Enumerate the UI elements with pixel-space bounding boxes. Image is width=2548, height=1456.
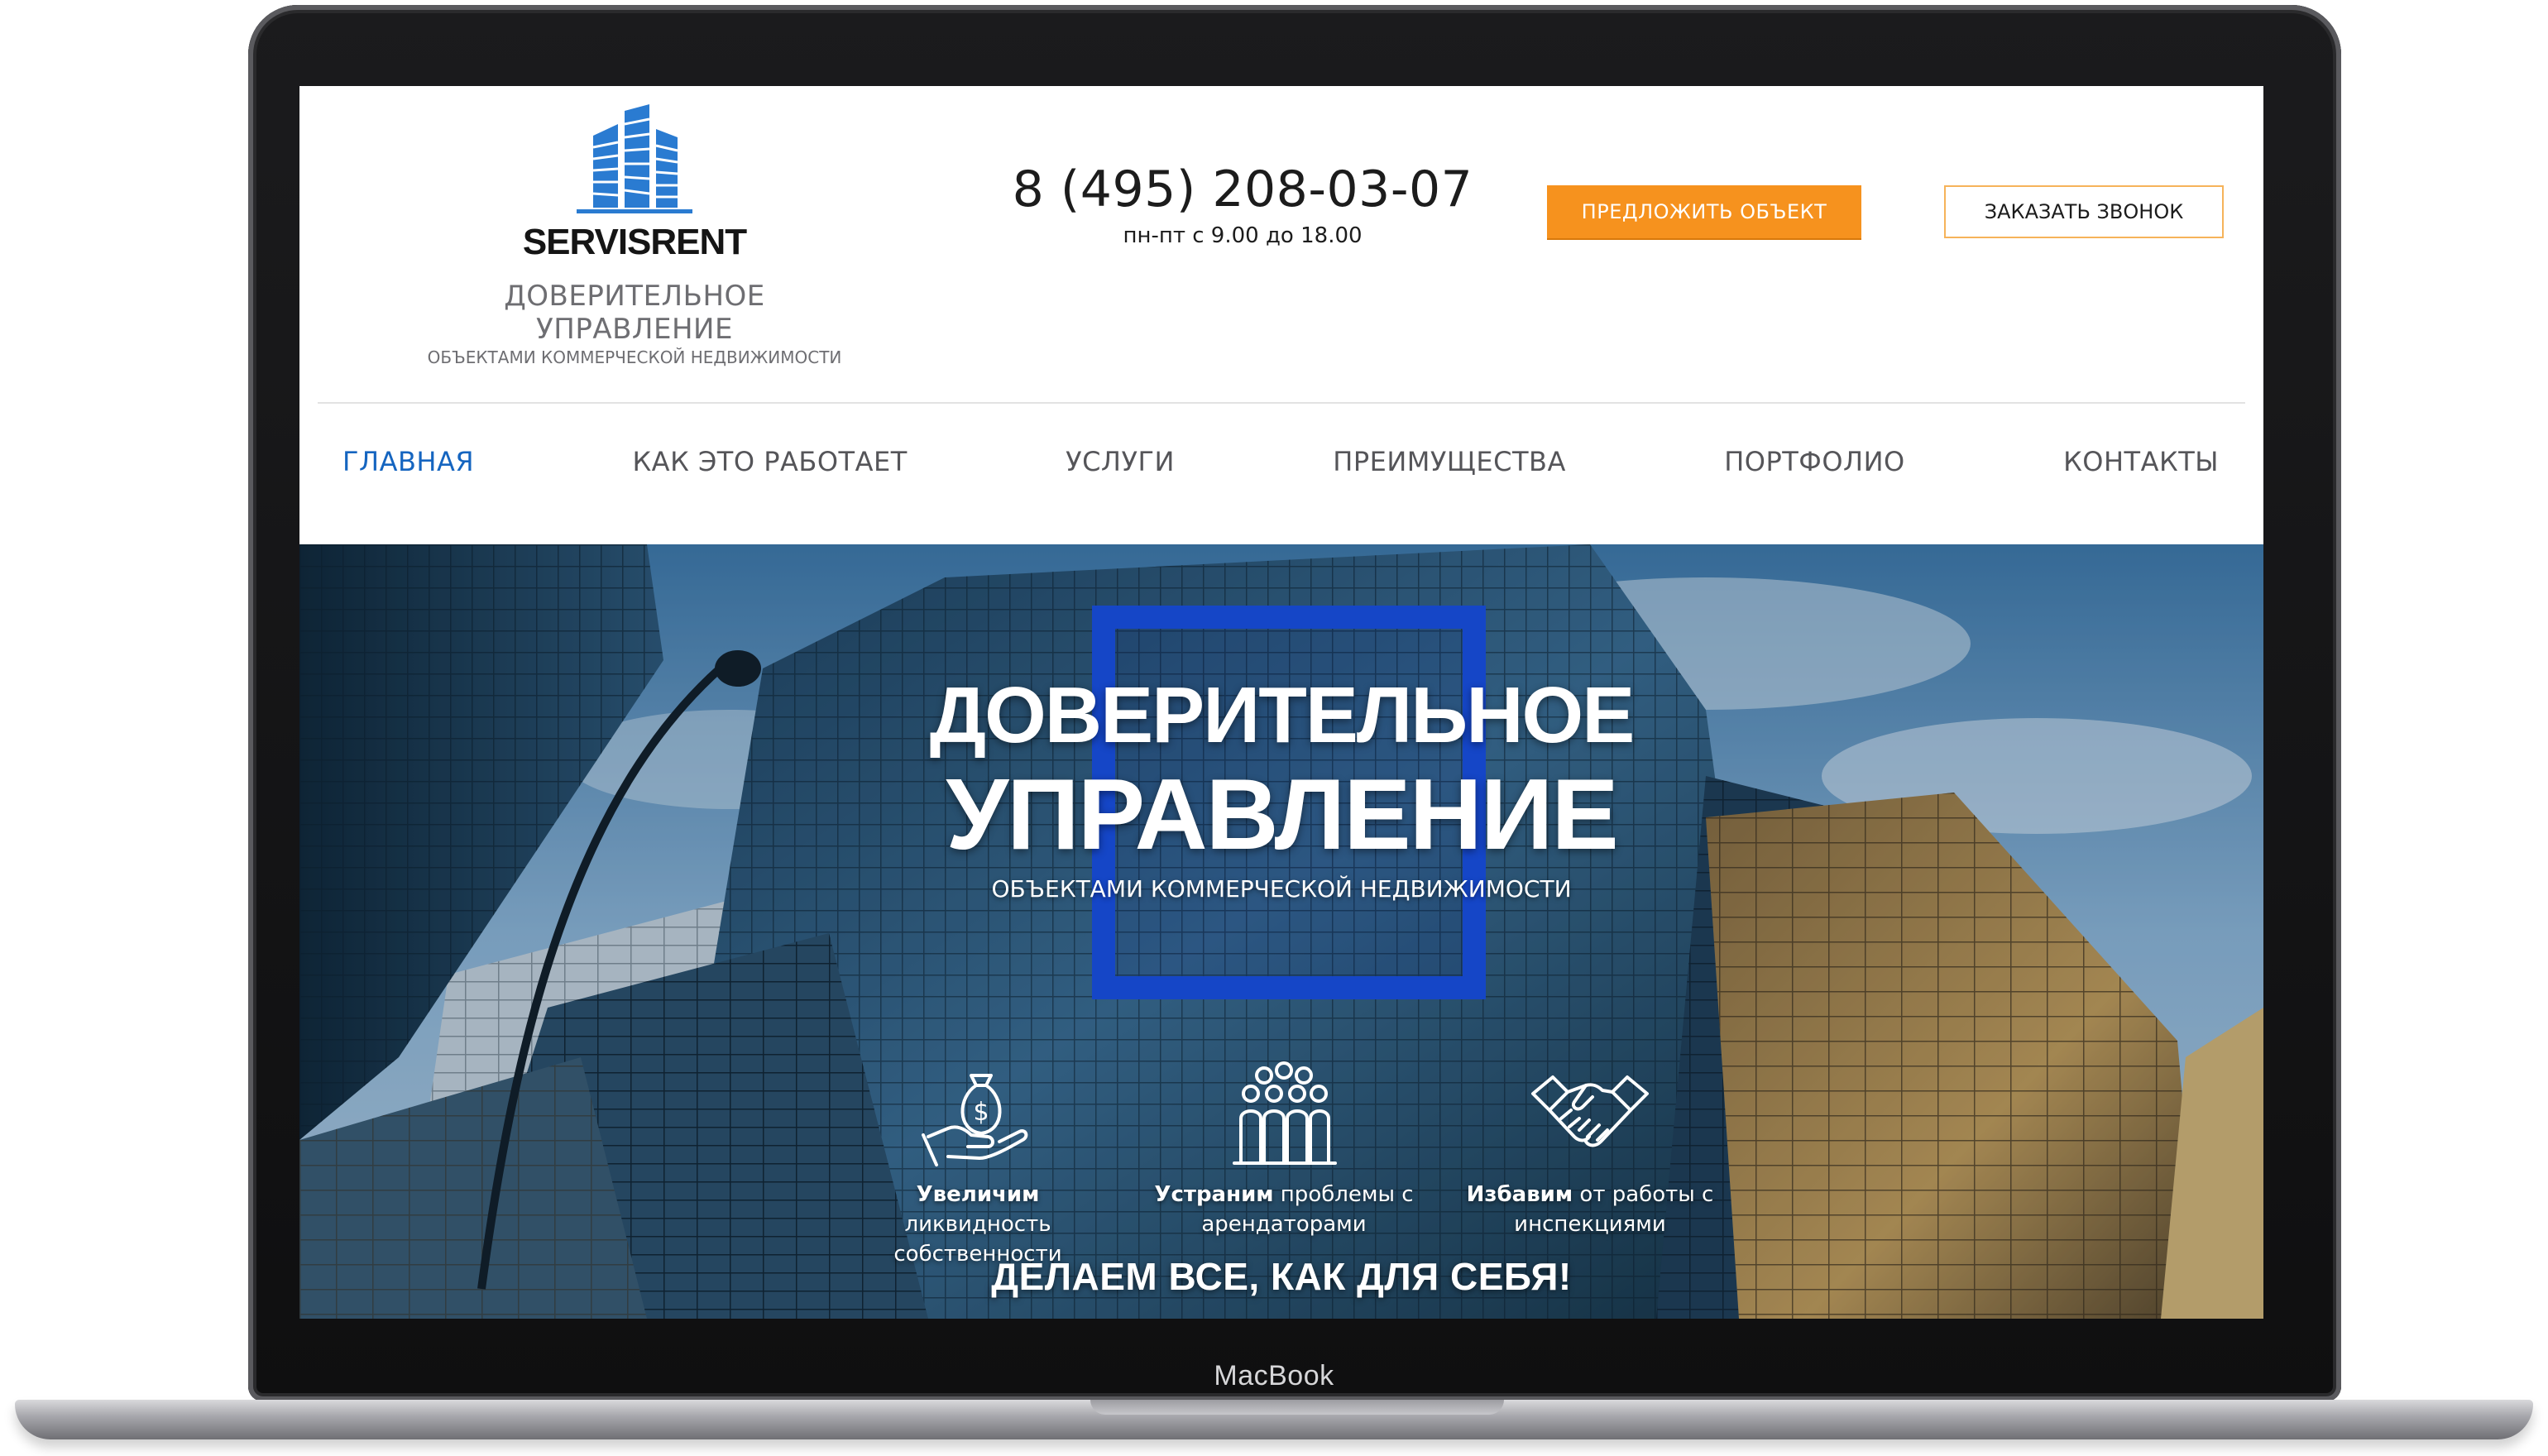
nav-item-portfolio[interactable]: ПОРТФОЛИО [1724, 446, 1905, 477]
feature-rest-text: проблемы с [1273, 1182, 1414, 1207]
feature-strong-text: Увеличим [916, 1182, 1040, 1207]
feature-rest-text: ликвидность [904, 1212, 1051, 1237]
hero-title-line2: УПРАВЛЕНИЕ [946, 758, 1619, 870]
feature-item: Избавим от работы с инспекциями [1458, 1061, 1722, 1269]
logo[interactable]: SERVISRENT ДОВЕРИТЕЛЬНОЕ УПРАВЛЕНИЕ ОБЪЕ… [407, 104, 862, 367]
feature-item: Устраним проблемы с арендаторами [1152, 1061, 1416, 1269]
site-header: SERVISRENT ДОВЕРИТЕЛЬНОЕ УПРАВЛЕНИЕ ОБЪЕ… [299, 86, 2263, 544]
nav-item-services[interactable]: УСЛУГИ [1066, 446, 1175, 477]
website-screen: SERVISRENT ДОВЕРИТЕЛЬНОЕ УПРАВЛЕНИЕ ОБЪЕ… [299, 86, 2263, 1319]
feature-strong-text: Устраним [1154, 1182, 1274, 1207]
feature-line2-text: арендаторами [1201, 1212, 1367, 1237]
feature-text: Устраним проблемы с арендаторами [1152, 1180, 1416, 1239]
hero-section: ДОВЕРИТЕЛЬНОЕ УПРАВЛЕНИЕ ОБЪЕКТАМИ КОММЕ… [299, 544, 2263, 1319]
features-list: $ Увеличим ликвидность собственности Уст… [845, 1061, 1722, 1269]
phone-hours: пн-пт с 9.00 до 18.00 [1123, 223, 1363, 248]
logo-tagline: ДОВЕРИТЕЛЬНОЕ УПРАВЛЕНИЕ [504, 280, 765, 346]
money-bag-hand-icon: $ [922, 1074, 1028, 1166]
nav-item-advantages[interactable]: ПРЕИМУЩЕСТВА [1333, 446, 1566, 477]
phone-number[interactable]: 8 (495) 208-03-07 [1011, 160, 1474, 218]
handshake-icon [1531, 1075, 1649, 1147]
people-group-icon [1233, 1061, 1337, 1165]
request-call-button[interactable]: ЗАКАЗАТЬ ЗВОНОК [1944, 185, 2224, 238]
buildings-icon [577, 104, 692, 213]
phone-block: 8 (495) 208-03-07 пн-пт с 9.00 до 18.00 [1011, 160, 1474, 248]
nav-item-contacts[interactable]: КОНТАКТЫ [2063, 446, 2219, 477]
laptop-notch [1090, 1400, 1504, 1415]
nav-item-home[interactable]: ГЛАВНАЯ [342, 446, 474, 477]
laptop-base [15, 1400, 2533, 1439]
feature-strong-text: Избавим [1466, 1182, 1573, 1207]
hero-subtitle: ОБЪЕКТАМИ КОММЕРЧЕСКОЙ НЕДВИЖИМОСТИ [991, 875, 1572, 903]
logo-subtagline: ОБЪЕКТАМИ КОММЕРЧЕСКОЙ НЕДВИЖИМОСТИ [427, 347, 842, 367]
feature-text: Избавим от работы с инспекциями [1458, 1180, 1722, 1239]
hero-title-line1: ДОВЕРИТЕЛЬНОЕ [929, 671, 1636, 759]
feature-line2-text: инспекциями [1514, 1212, 1666, 1237]
nav-item-how-it-works[interactable]: КАК ЭТО РАБОТАЕТ [632, 446, 907, 477]
hero-cta-text: ДЕЛАЕМ ВСЕ, КАК ДЛЯ СЕБЯ! [991, 1255, 1572, 1298]
offer-object-button[interactable]: ПРЕДЛОЖИТЬ ОБЪЕКТ [1547, 185, 1861, 238]
device-brand-label: MacBook [1214, 1360, 1334, 1391]
svg-text:$: $ [973, 1098, 989, 1127]
header-divider [318, 402, 2245, 404]
logo-wordmark: SERVISRENT [522, 222, 747, 262]
feature-rest-text: от работы с [1573, 1182, 1714, 1207]
main-nav: ГЛАВНАЯ КАК ЭТО РАБОТАЕТ УСЛУГИ ПРЕИМУЩЕ… [342, 437, 2219, 486]
feature-item: $ Увеличим ликвидность собственности [845, 1061, 1110, 1269]
